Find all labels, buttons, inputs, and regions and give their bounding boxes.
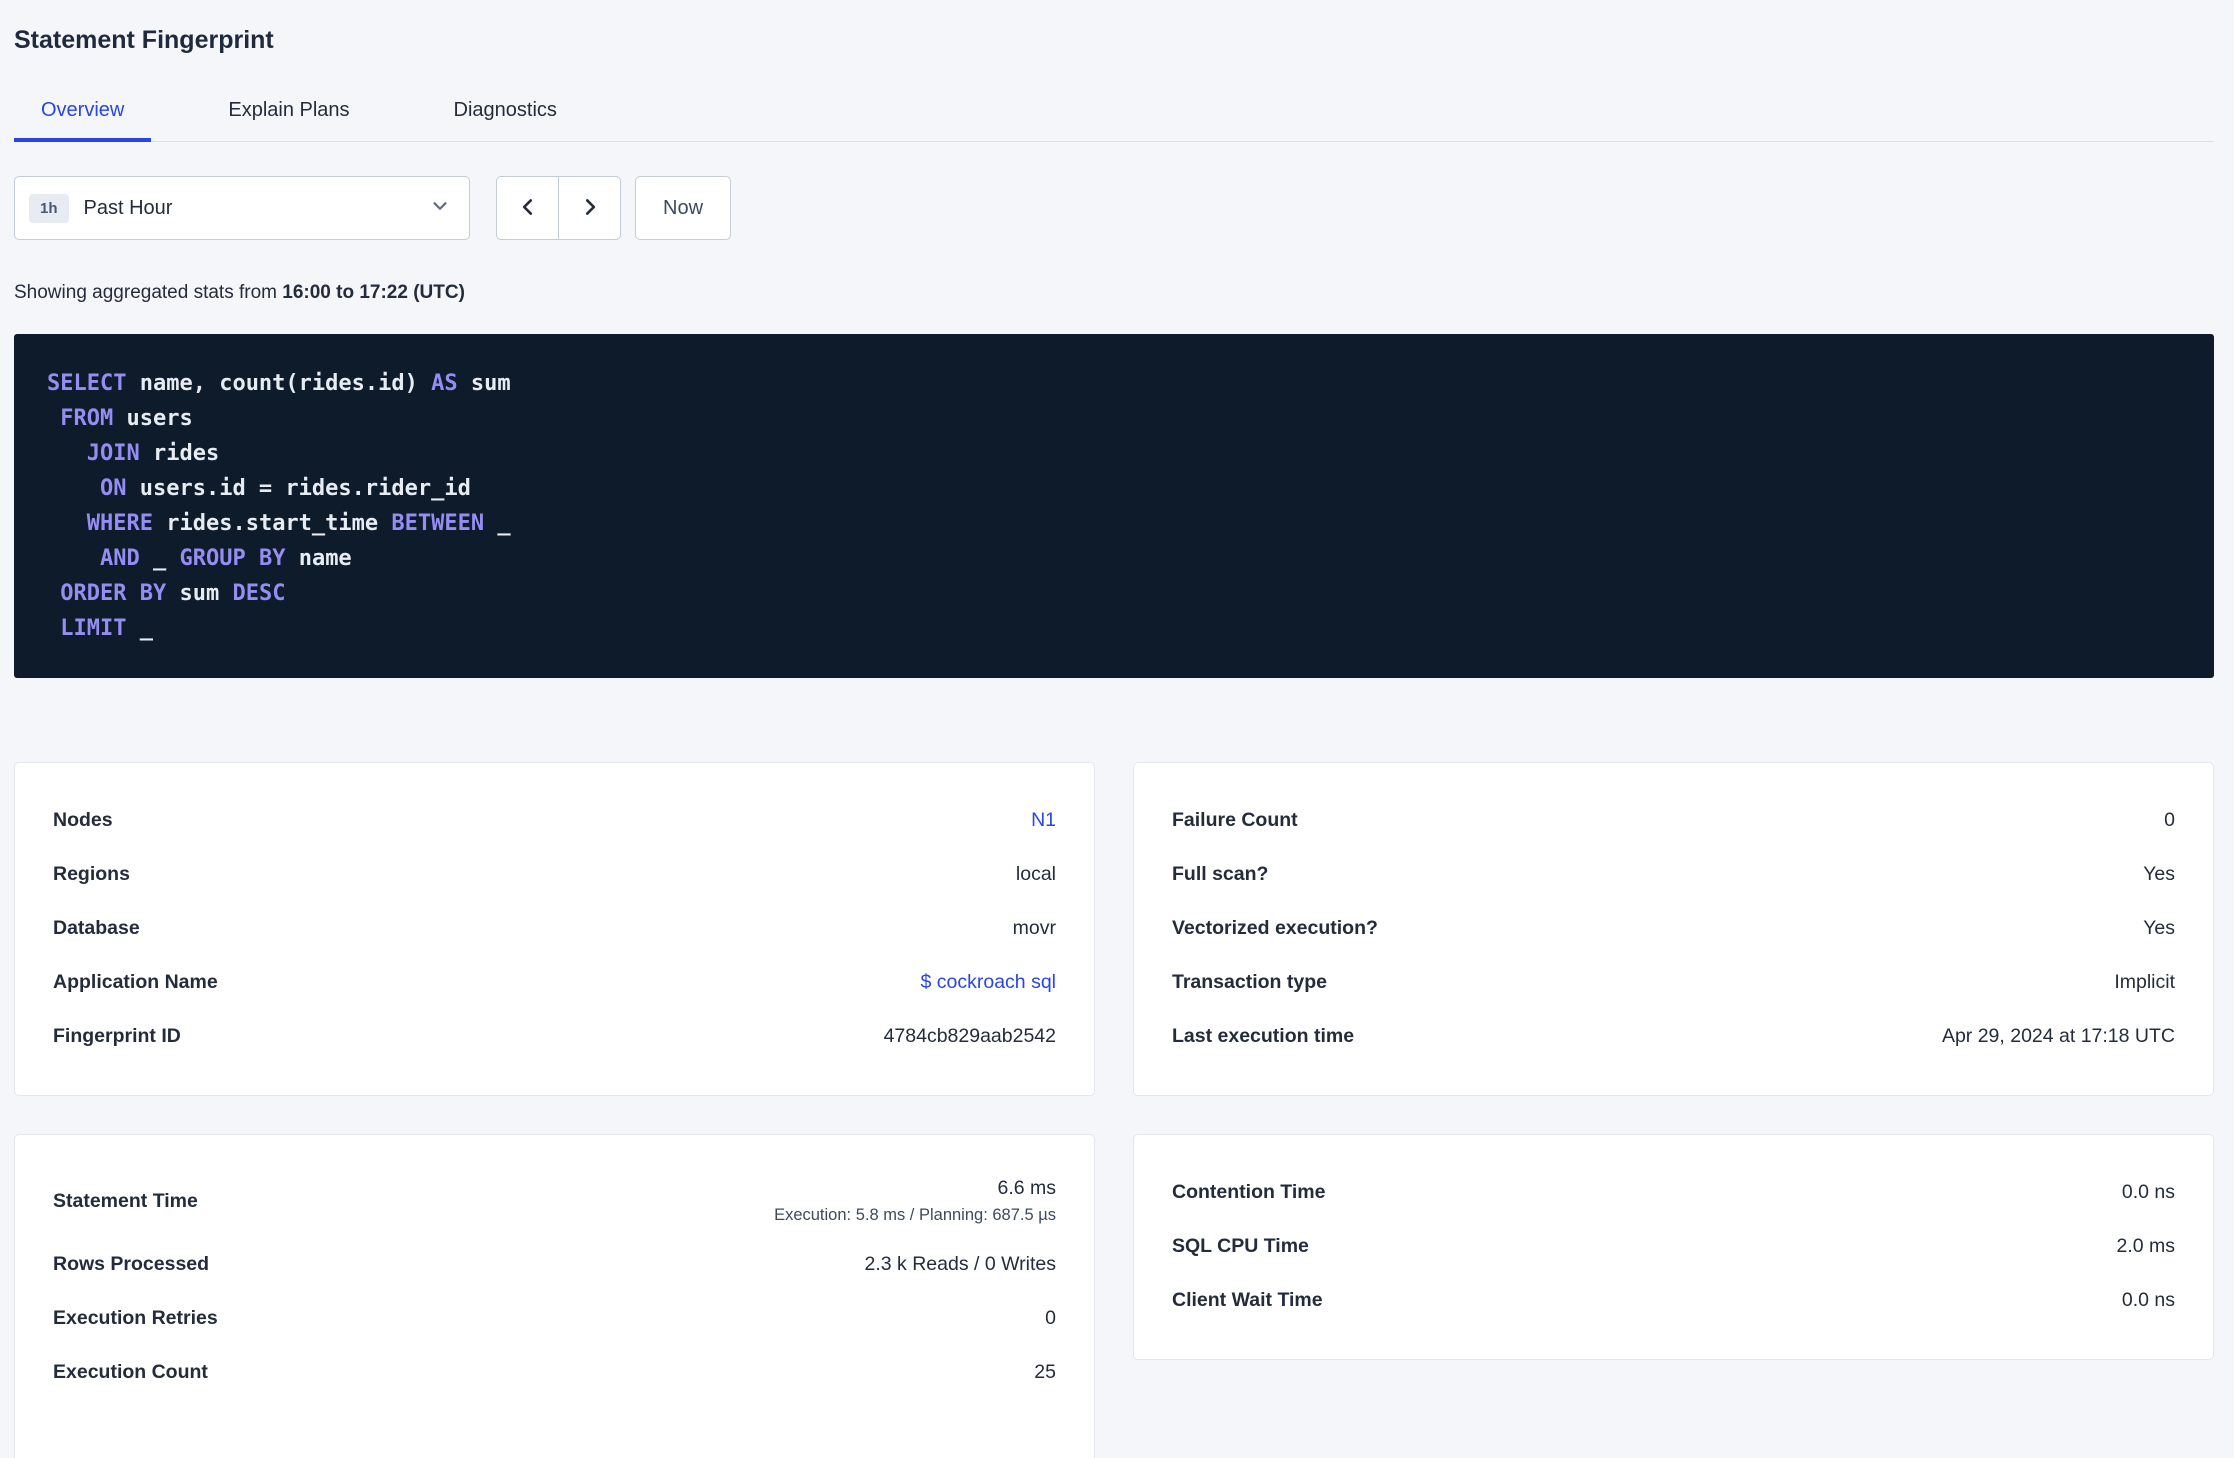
detail-row-database: Database movr	[15, 901, 1094, 955]
time-toolbar: 1h Past Hour Now	[14, 176, 2214, 240]
prev-time-button[interactable]	[496, 176, 559, 240]
detail-row-client-wait-time: Client Wait Time 0.0 ns	[1134, 1273, 2213, 1327]
rows-processed-label: Rows Processed	[53, 1252, 210, 1275]
detail-row-transaction-type: Transaction type Implicit	[1134, 955, 2213, 1009]
fingerprint-id-label: Fingerprint ID	[53, 1024, 181, 1047]
full-scan-label: Full scan?	[1172, 862, 1269, 885]
overview-cards-row: Nodes N1 Regions local Database movr App…	[14, 762, 2214, 1096]
detail-row-regions: Regions local	[15, 847, 1094, 901]
database-label: Database	[53, 916, 140, 939]
transaction-type-label: Transaction type	[1172, 970, 1327, 993]
execution-retries-value: 0	[1045, 1306, 1056, 1329]
full-scan-value: Yes	[2143, 862, 2175, 885]
detail-row-vectorized-execution: Vectorized execution? Yes	[1134, 901, 2213, 955]
page-title: Statement Fingerprint	[14, 26, 274, 54]
next-time-button[interactable]	[558, 176, 621, 240]
contention-time-label: Contention Time	[1172, 1180, 1326, 1203]
statement-time-label: Statement Time	[53, 1189, 198, 1212]
tab-overview[interactable]: Overview	[14, 87, 152, 142]
vectorized-execution-label: Vectorized execution?	[1172, 916, 1378, 939]
detail-row-full-scan: Full scan? Yes	[1134, 847, 2213, 901]
time-range-label: Past Hour	[83, 196, 173, 219]
statement-time-values: 6.6 ms Execution: 5.8 ms / Planning: 687…	[774, 1165, 1056, 1237]
sql-statement-box: SELECT name, count(rides.id) AS sum FROM…	[14, 334, 2214, 678]
failure-count-value: 0	[2164, 808, 2175, 831]
contention-time-value: 0.0 ns	[2121, 1180, 2175, 1203]
detail-row-fingerprint-id: Fingerprint ID 4784cb829aab2542	[15, 1009, 1094, 1063]
last-execution-time-value: Apr 29, 2024 at 17:18 UTC	[1941, 1024, 2175, 1047]
time-range-dropdown[interactable]: 1h Past Hour	[14, 176, 470, 240]
statement-details-card: Nodes N1 Regions local Database movr App…	[14, 762, 1095, 1096]
detail-row-failure-count: Failure Count 0	[1134, 793, 2213, 847]
chevron-right-icon	[579, 196, 601, 221]
client-wait-time-label: Client Wait Time	[1172, 1288, 1323, 1311]
time-pager	[496, 176, 621, 240]
tab-bar: Overview Explain Plans Diagnostics	[14, 87, 2214, 142]
detail-row-execution-count: Execution Count 25	[15, 1345, 1094, 1399]
regions-label: Regions	[53, 862, 130, 885]
nodes-value-link[interactable]: N1	[1031, 809, 1056, 832]
detail-row-contention-time: Contention Time 0.0 ns	[1134, 1165, 2213, 1219]
aggregated-stats-line: Showing aggregated stats from 16:00 to 1…	[14, 282, 2214, 304]
detail-row-rows-processed: Rows Processed 2.3 k Reads / 0 Writes	[15, 1237, 1094, 1291]
failure-count-label: Failure Count	[1172, 808, 1298, 831]
client-wait-time-value: 0.0 ns	[2121, 1288, 2175, 1311]
timing-cards-row: Statement Time 6.6 ms Execution: 5.8 ms …	[14, 1134, 2214, 1458]
detail-row-statement-time: Statement Time 6.6 ms Execution: 5.8 ms …	[15, 1165, 1094, 1237]
tab-explain-plans[interactable]: Explain Plans	[201, 87, 376, 142]
stats-line-prefix: Showing aggregated stats from	[14, 282, 283, 303]
sql-code: SELECT name, count(rides.id) AS sum FROM…	[47, 371, 511, 641]
detail-row-application-name: Application Name $ cockroach sql	[15, 955, 1094, 1009]
last-execution-time-label: Last execution time	[1172, 1024, 1355, 1047]
vectorized-execution-value: Yes	[2143, 916, 2175, 939]
wait-time-card: Contention Time 0.0 ns SQL CPU Time 2.0 …	[1133, 1134, 2214, 1360]
application-name-label: Application Name	[53, 970, 218, 993]
detail-row-execution-retries: Execution Retries 0	[15, 1291, 1094, 1345]
execution-count-label: Execution Count	[53, 1360, 208, 1383]
sql-cpu-time-label: SQL CPU Time	[1172, 1234, 1309, 1257]
execution-count-value: 25	[1034, 1360, 1056, 1383]
fingerprint-id-value: 4784cb829aab2542	[883, 1024, 1056, 1047]
statement-time-breakdown: Execution: 5.8 ms / Planning: 687.5 µs	[774, 1206, 1056, 1224]
application-name-value-link[interactable]: $ cockroach sql	[921, 971, 1056, 994]
detail-row-last-execution-time: Last execution time Apr 29, 2024 at 17:1…	[1134, 1009, 2213, 1063]
detail-row-nodes: Nodes N1	[15, 793, 1094, 847]
database-value: movr	[1012, 916, 1056, 939]
statement-timing-card: Statement Time 6.6 ms Execution: 5.8 ms …	[14, 1134, 1095, 1458]
statement-fingerprint-page: Statement Fingerprint Overview Explain P…	[0, 0, 2234, 1458]
time-range-badge: 1h	[29, 193, 69, 223]
execution-retries-label: Execution Retries	[53, 1306, 218, 1329]
regions-value: local	[1015, 862, 1056, 885]
chevron-left-icon	[517, 196, 539, 221]
now-button[interactable]: Now	[635, 176, 732, 240]
statement-time-value: 6.6 ms	[997, 1177, 1056, 1199]
execution-attributes-card: Failure Count 0 Full scan? Yes Vectorize…	[1133, 762, 2214, 1096]
rows-processed-value: 2.3 k Reads / 0 Writes	[864, 1252, 1056, 1275]
tab-diagnostics[interactable]: Diagnostics	[427, 87, 584, 142]
stats-line-range: 16:00 to 17:22 (UTC)	[282, 282, 465, 303]
transaction-type-value: Implicit	[2114, 970, 2175, 993]
nodes-label: Nodes	[53, 808, 113, 831]
sql-cpu-time-value: 2.0 ms	[2116, 1234, 2175, 1257]
detail-row-sql-cpu-time: SQL CPU Time 2.0 ms	[1134, 1219, 2213, 1273]
chevron-down-icon	[429, 195, 451, 222]
